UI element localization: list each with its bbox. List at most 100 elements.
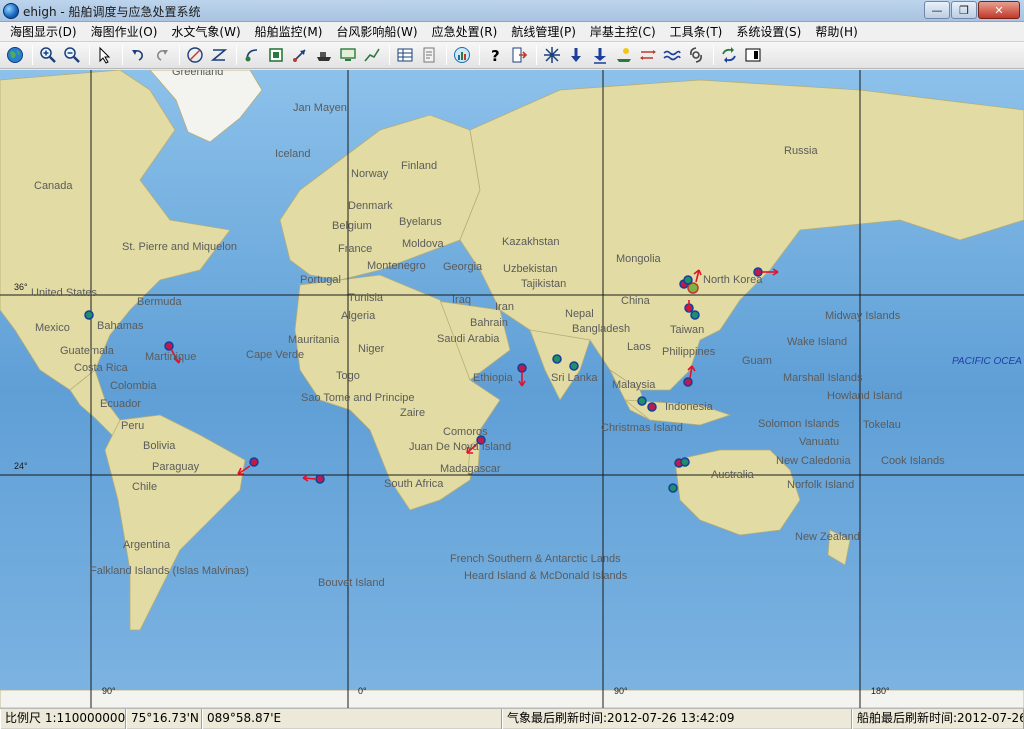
redo-icon[interactable] [151, 44, 173, 66]
ship-arrow-icon[interactable] [289, 44, 311, 66]
toolbar-separator [89, 45, 90, 65]
map-place-label: PACIFIC OCEA [952, 356, 1022, 367]
ship-marker[interactable] [647, 402, 657, 412]
arrow-down-bold-icon[interactable] [589, 44, 611, 66]
toolbar: ? [0, 42, 1024, 69]
ship-box-icon[interactable] [265, 44, 287, 66]
ship-track-icon[interactable] [241, 44, 263, 66]
map-place-label: Paraguay [152, 461, 200, 473]
map-place-label: Belgium [332, 220, 372, 232]
table-icon[interactable] [394, 44, 416, 66]
map-place-label: Russia [784, 145, 818, 157]
menu-help[interactable]: 帮助(H) [808, 22, 864, 42]
map-place-label: North Korea [703, 274, 763, 286]
map-place-label: Marshall Islands [783, 372, 863, 384]
ship-marker[interactable] [683, 275, 693, 285]
map-place-label: Martinique [145, 351, 197, 363]
menu-system-settings[interactable]: 系统设置(S) [729, 22, 808, 42]
map-place-label: Bahamas [97, 320, 144, 332]
menu-chart-operations[interactable]: 海图作业(O) [84, 22, 165, 42]
map-place-label: Denmark [348, 200, 393, 212]
refresh-icon[interactable] [718, 44, 740, 66]
map-place-label: Falkland Islands (Islas Malvinas) [90, 565, 249, 577]
menu-shore-control[interactable]: 岸基主控(C) [583, 22, 663, 42]
longitude-label: 90° [102, 686, 116, 696]
map-place-label: Peru [121, 420, 145, 432]
ship-marker[interactable] [552, 354, 562, 364]
map-place-label: Portugal [300, 274, 341, 286]
map-place-label: South Africa [384, 478, 444, 490]
map-place-label: Guam [742, 355, 772, 367]
toolbar-separator [446, 45, 447, 65]
minimize-button[interactable]: — [924, 1, 950, 19]
toolbar-separator [32, 45, 33, 65]
typhoon-icon[interactable] [685, 44, 707, 66]
map-place-label: Wake Island [787, 336, 848, 348]
ship-marker[interactable] [680, 457, 690, 467]
scale-readout: 比例尺 1:110000000 [0, 709, 126, 729]
zoom-out-icon[interactable] [61, 44, 83, 66]
toolbar-separator [713, 45, 714, 65]
select-arrow-icon[interactable] [94, 44, 116, 66]
chart-map[interactable]: Greenland Jan Mayen Iceland Finland Norway Ru… [0, 70, 1024, 708]
map-place-label: Sri Lanka [551, 372, 598, 384]
zigzag-icon[interactable] [208, 44, 230, 66]
ship-marker[interactable] [690, 310, 700, 320]
ship-monitor-icon[interactable] [337, 44, 359, 66]
map-place-label: Saudi Arabia [437, 333, 500, 345]
menu-emergency[interactable]: 应急处置(R) [425, 22, 505, 42]
app-window: ehigh - 船舶调度与应急处置系统 — ❐ ✕ 海图显示(D) 海图作业(O… [0, 0, 1024, 729]
toolbar-separator [479, 45, 480, 65]
map-place-label: Niger [358, 343, 385, 355]
map-place-label: Cape Verde [246, 349, 305, 361]
zoom-in-icon[interactable] [37, 44, 59, 66]
map-place-label: Juan De Nova Island [409, 441, 512, 453]
map-place-label: Sao Tome and Principe [301, 392, 415, 404]
map-place-label: Australia [711, 469, 754, 481]
maximize-button[interactable]: ❐ [951, 1, 977, 19]
map-place-label: Argentina [123, 539, 171, 551]
title-bar[interactable]: ehigh - 船舶调度与应急处置系统 — ❐ ✕ [0, 0, 1024, 22]
toolbar-separator [236, 45, 237, 65]
help-icon[interactable]: ? [484, 44, 506, 66]
ship-marker[interactable] [84, 310, 94, 320]
map-place-label: Algeria [341, 310, 376, 322]
menu-ship-monitor[interactable]: 船舶监控(M) [248, 22, 330, 42]
map-place-label: Guatemala [60, 345, 114, 357]
ship-cargo-icon[interactable] [313, 44, 335, 66]
report-icon[interactable] [418, 44, 440, 66]
map-place-label: Georgia [443, 261, 483, 273]
exit-icon[interactable] [508, 44, 530, 66]
wave-arrows-icon[interactable] [637, 44, 659, 66]
ship-marker[interactable] [637, 396, 647, 406]
toolbar-separator [389, 45, 390, 65]
measure-circle-icon[interactable] [184, 44, 206, 66]
menu-hydro-weather[interactable]: 水文气象(W) [164, 22, 247, 42]
wave-icon[interactable] [661, 44, 683, 66]
arrow-down-icon[interactable] [565, 44, 587, 66]
layout-icon[interactable] [742, 44, 764, 66]
ship-marker[interactable] [569, 361, 579, 371]
map-place-label: Byelarus [399, 216, 442, 228]
map-place-label: Mongolia [616, 253, 661, 265]
map-place-label: Bolivia [143, 440, 176, 452]
route-line-icon[interactable] [361, 44, 383, 66]
map-place-label: New Zealand [795, 531, 860, 543]
close-button[interactable]: ✕ [978, 1, 1020, 19]
map-place-label: Midway Islands [825, 310, 901, 322]
menu-route-management[interactable]: 航线管理(P) [504, 22, 583, 42]
map-place-label: Togo [336, 370, 360, 382]
map-place-label: Greenland [172, 70, 224, 78]
globe-icon[interactable] [4, 44, 26, 66]
menu-toolbar[interactable]: 工具条(T) [663, 22, 730, 42]
snowflake-icon[interactable] [541, 44, 563, 66]
undo-icon[interactable] [127, 44, 149, 66]
map-place-label: Uzbekistan [503, 263, 558, 275]
menu-typhoon-ships[interactable]: 台风影响船(W) [329, 22, 424, 42]
ship-marker[interactable] [668, 483, 678, 493]
ship-weather-icon[interactable] [613, 44, 635, 66]
map-place-label: Norfolk Island [787, 479, 855, 491]
weather-refresh-time: 气象最后刷新时间:2012-07-26 13:42:09 [502, 709, 852, 729]
chart-icon[interactable] [451, 44, 473, 66]
menu-chart-display[interactable]: 海图显示(D) [3, 22, 84, 42]
